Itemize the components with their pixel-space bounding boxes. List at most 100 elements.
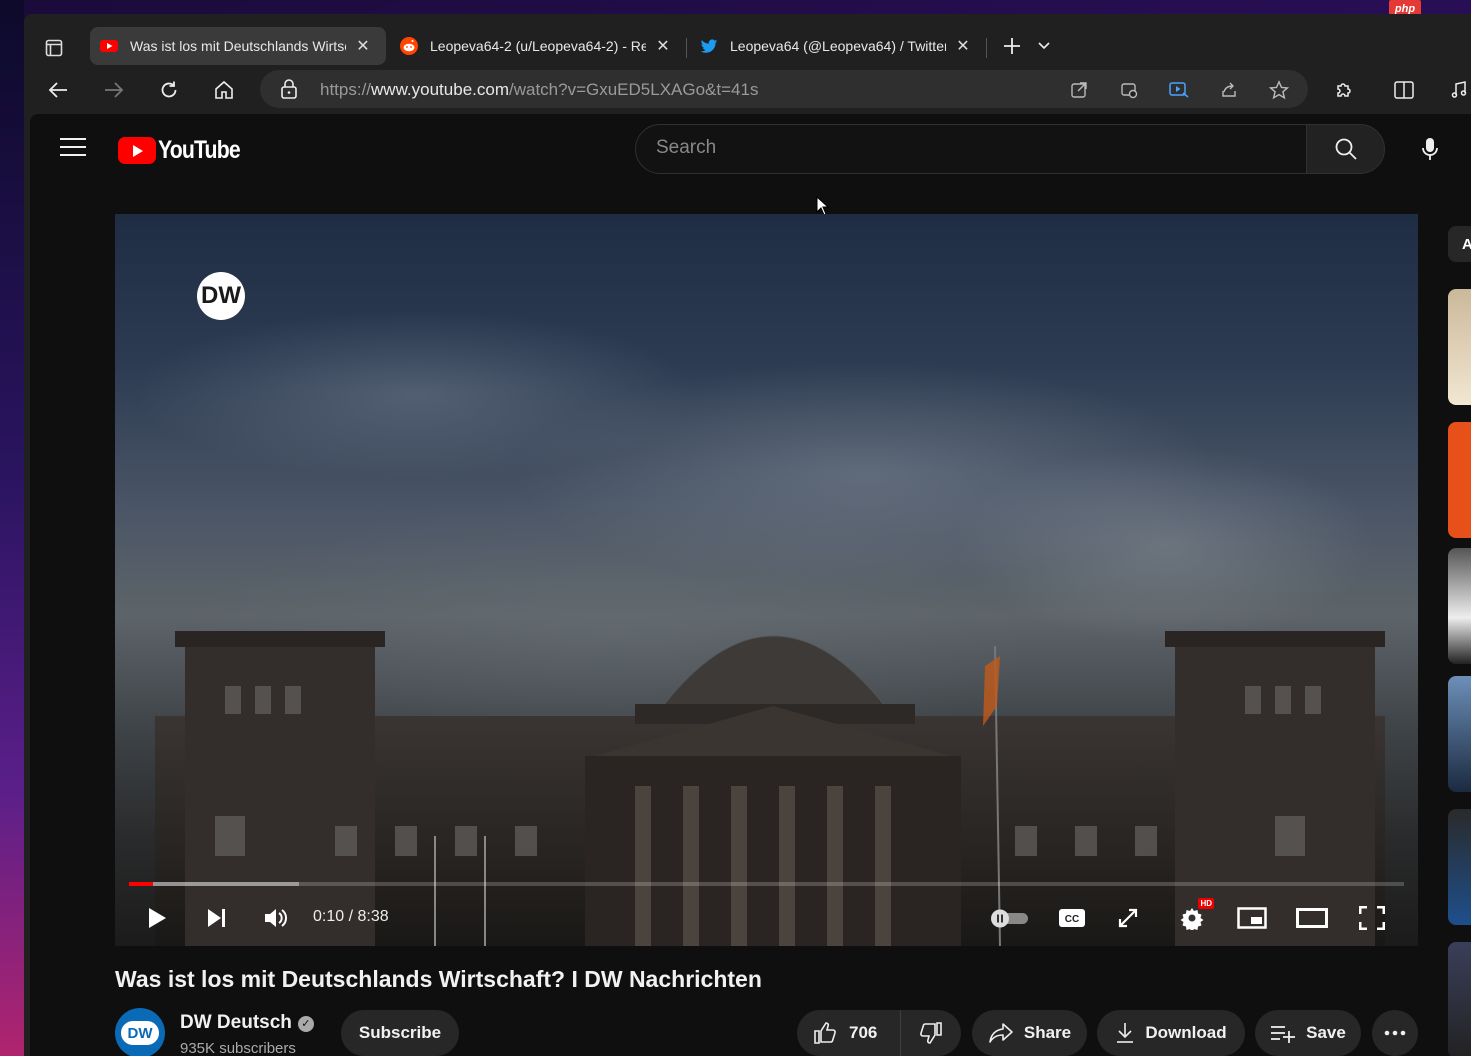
- menu-icon[interactable]: [60, 138, 86, 158]
- split-screen-icon[interactable]: [1388, 74, 1420, 106]
- url-text: https://www.youtube.com/watch?v=GxuED5LX…: [320, 80, 758, 100]
- search-field[interactable]: [635, 124, 1307, 174]
- extensions-icon[interactable]: [1328, 74, 1360, 106]
- more-actions-button[interactable]: [1372, 1010, 1418, 1056]
- tab-youtube[interactable]: Was ist los mit Deutschlands Wirtschaft?…: [90, 27, 386, 65]
- theater-mode-icon[interactable]: [1294, 900, 1330, 936]
- url-scheme: https://: [320, 80, 372, 99]
- save-label: Save: [1306, 1023, 1346, 1042]
- recommended-thumbnail[interactable]: [1448, 548, 1471, 664]
- fullscreen-icon[interactable]: [1354, 900, 1390, 936]
- played-bar: [129, 882, 154, 886]
- navigation-bar: https://www.youtube.com/watch?v=GxuED5LX…: [24, 66, 1471, 114]
- subtitles-icon[interactable]: CC: [1054, 900, 1090, 936]
- dw-watermark-logo: DW: [197, 272, 279, 320]
- video-player[interactable]: DW 0:10 / 8:38 CC HD: [115, 214, 1418, 946]
- video-translate-icon[interactable]: [1168, 79, 1190, 101]
- tab-actions-icon[interactable]: [40, 34, 68, 62]
- refresh-icon[interactable]: [153, 74, 185, 106]
- download-icon: [1117, 1023, 1134, 1043]
- search-icon: [1335, 138, 1357, 160]
- desktop-background: [0, 0, 24, 1056]
- close-tab-icon[interactable]: ✕: [354, 36, 372, 56]
- next-video-icon[interactable]: [199, 900, 235, 936]
- player-controls: 0:10 / 8:38 CC HD: [115, 894, 1418, 942]
- recommended-thumbnail[interactable]: [1448, 942, 1471, 1056]
- mouse-cursor-icon: [816, 196, 830, 216]
- new-tab-icon[interactable]: [996, 30, 1028, 62]
- subscriber-count: 935K subscribers: [180, 1040, 296, 1056]
- url-host: www.youtube.com: [371, 80, 509, 99]
- tab-separator: [986, 38, 987, 58]
- channel-avatar-text: DW: [121, 1021, 159, 1045]
- volume-icon[interactable]: [258, 900, 294, 936]
- download-label: Download: [1145, 1023, 1227, 1042]
- channel-avatar[interactable]: DW: [115, 1008, 165, 1056]
- share-page-icon[interactable]: [1218, 79, 1240, 101]
- favorite-star-icon[interactable]: [1268, 79, 1290, 101]
- video-title: Was ist los mit Deutschlands Wirtschaft?…: [115, 966, 762, 992]
- tab-strip: Was ist los mit Deutschlands Wirtschaft?…: [24, 14, 1471, 65]
- recommended-thumbnail[interactable]: [1448, 289, 1471, 405]
- subscribe-button[interactable]: Subscribe: [341, 1010, 459, 1056]
- browser-window: Was ist los mit Deutschlands Wirtschaft?…: [24, 14, 1471, 1056]
- autoplay-toggle[interactable]: [987, 900, 1031, 936]
- collections-icon[interactable]: [1444, 74, 1471, 106]
- reddit-icon: [400, 37, 418, 55]
- miniplayer-icon[interactable]: [1234, 900, 1270, 936]
- home-icon[interactable]: [208, 74, 240, 106]
- search-input[interactable]: [656, 137, 1256, 159]
- close-tab-icon[interactable]: ✕: [954, 36, 972, 56]
- expand-icon[interactable]: [1110, 900, 1146, 936]
- filter-chip[interactable]: A: [1448, 226, 1471, 262]
- hd-badge: HD: [1198, 898, 1214, 909]
- like-button[interactable]: 706: [797, 1010, 901, 1056]
- tab-separator: [686, 38, 687, 58]
- youtube-icon: [100, 40, 118, 52]
- yt-header: YouTube: [30, 114, 1471, 186]
- settings-gear-icon[interactable]: HD: [1174, 898, 1214, 936]
- recommended-thumbnail[interactable]: [1448, 676, 1471, 792]
- url-path: /watch?v=GxuED5LXAGo&t=41s: [508, 80, 759, 99]
- youtube-page: YouTube Search DW 0:10 / 8:38 CC HD Was …: [30, 114, 1471, 1056]
- channel-name-link[interactable]: DW Deutsch ✓: [180, 1012, 314, 1034]
- thumbs-up-icon: [814, 1022, 836, 1044]
- open-in-app-icon[interactable]: [1068, 79, 1090, 101]
- app-available-icon[interactable]: [1118, 79, 1140, 101]
- recommended-thumbnail[interactable]: [1448, 422, 1471, 538]
- tab-reddit[interactable]: Leopeva64-2 (u/Leopeva64-2) - Reddit ✕: [390, 27, 686, 65]
- dw-logo-text: DW: [197, 272, 245, 320]
- svg-text:CC: CC: [1065, 914, 1079, 925]
- like-dislike-group: 706: [797, 1010, 961, 1056]
- tab-title: Was ist los mit Deutschlands Wirtschaft?…: [130, 38, 346, 54]
- add-to-playlist-icon: [1271, 1026, 1296, 1043]
- play-icon[interactable]: [139, 900, 175, 936]
- youtube-play-icon: [118, 137, 156, 164]
- tab-twitter[interactable]: Leopeva64 (@Leopeva64) / Twitter ✕: [690, 27, 986, 65]
- microphone-icon[interactable]: [1413, 132, 1447, 166]
- like-count: 706: [849, 1023, 878, 1042]
- address-bar[interactable]: https://www.youtube.com/watch?v=GxuED5LX…: [260, 70, 1308, 108]
- youtube-wordmark: YouTube: [158, 136, 241, 164]
- more-horizontal-icon: [1384, 1030, 1406, 1036]
- share-label: Share: [1023, 1023, 1072, 1042]
- video-progress-bar[interactable]: [129, 882, 1404, 886]
- save-button[interactable]: Save: [1255, 1010, 1361, 1056]
- video-frame-building: [155, 631, 1385, 946]
- tab-list-chevron-icon[interactable]: [1028, 30, 1060, 62]
- download-button[interactable]: Download: [1097, 1010, 1245, 1056]
- tab-title: Leopeva64-2 (u/Leopeva64-2) - Reddit: [430, 38, 646, 54]
- close-tab-icon[interactable]: ✕: [654, 36, 672, 56]
- thumbs-down-icon: [920, 1022, 942, 1044]
- dislike-button[interactable]: [901, 1021, 961, 1045]
- youtube-logo[interactable]: YouTube: [118, 136, 254, 165]
- time-display: 0:10 / 8:38: [313, 908, 389, 925]
- tab-title: Leopeva64 (@Leopeva64) / Twitter: [730, 38, 946, 54]
- lock-icon[interactable]: [280, 79, 298, 99]
- back-arrow-icon[interactable]: [42, 74, 74, 106]
- verified-check-icon: ✓: [297, 1016, 314, 1032]
- search-button[interactable]: [1306, 124, 1385, 174]
- share-button[interactable]: Share: [972, 1010, 1087, 1056]
- recommended-thumbnail[interactable]: [1448, 809, 1471, 925]
- forward-arrow-icon[interactable]: [98, 74, 130, 106]
